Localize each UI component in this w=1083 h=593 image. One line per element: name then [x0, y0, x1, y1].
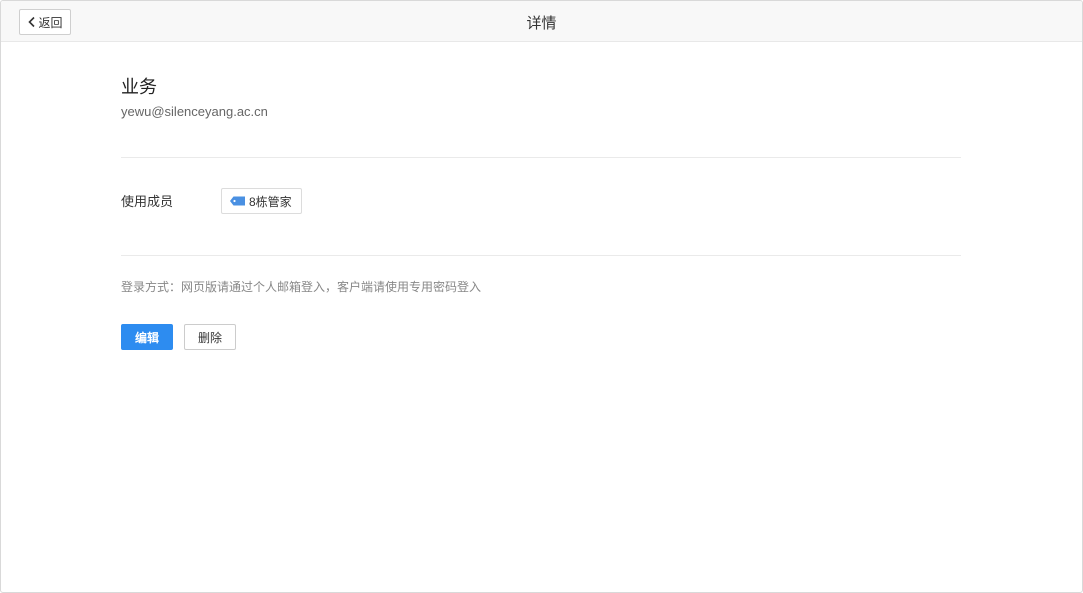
- delete-button[interactable]: 删除: [184, 324, 236, 350]
- page-title: 详情: [526, 15, 557, 32]
- account-name: 业务: [121, 77, 157, 97]
- member-tag[interactable]: 8栋管家: [221, 188, 302, 214]
- divider: [121, 157, 961, 158]
- login-method-note: 登录方式：网页版请通过个人邮箱登入，客户端请使用专用密码登入: [121, 280, 482, 294]
- header-bar: 返回 详情: [1, 1, 1082, 42]
- divider: [121, 255, 961, 256]
- member-tag-label: 8栋管家: [249, 194, 292, 209]
- account-email: yewu@silenceyang.ac.cn: [121, 104, 268, 119]
- edit-button[interactable]: 编辑: [121, 324, 173, 350]
- tag-icon: [230, 196, 245, 206]
- members-label: 使用成员: [121, 194, 174, 209]
- detail-window: 返回 详情 业务 yewu@silenceyang.ac.cn 使用成员 8栋管…: [0, 0, 1083, 593]
